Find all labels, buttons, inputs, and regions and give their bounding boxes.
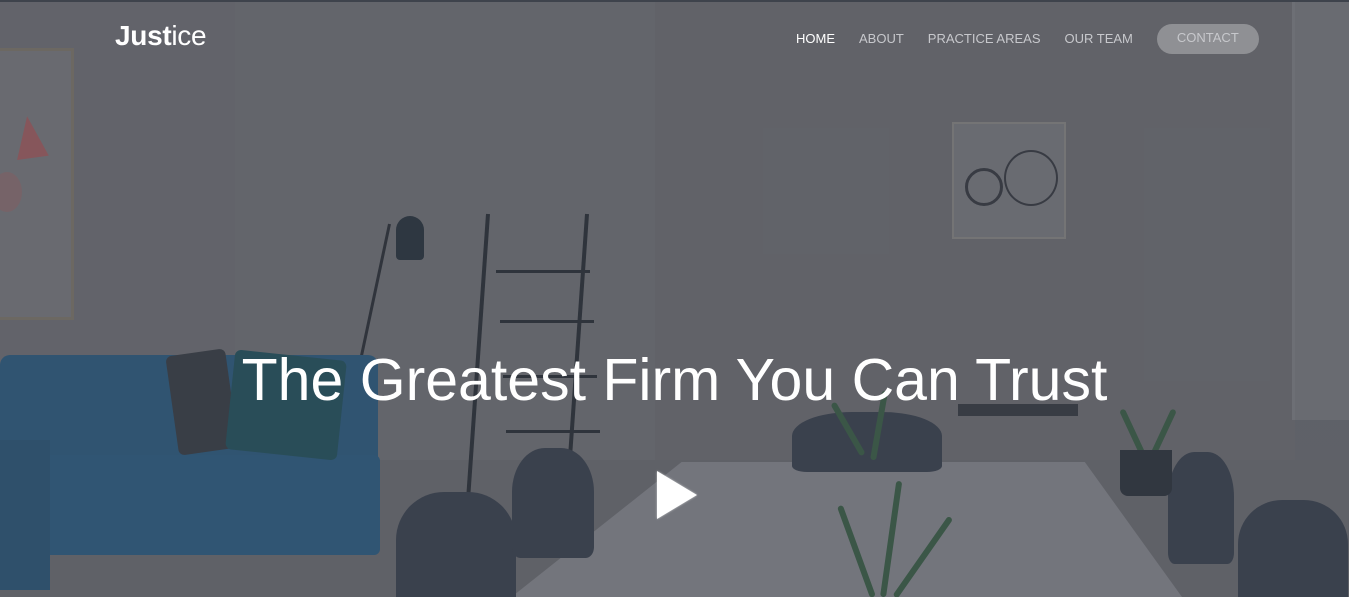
nav-about[interactable]: ABOUT: [859, 25, 904, 53]
nav-our-team[interactable]: OUR TEAM: [1065, 25, 1133, 53]
contact-button[interactable]: CONTACT: [1156, 24, 1259, 54]
main-nav: HOME ABOUT PRACTICE AREAS OUR TEAM CONTA…: [796, 24, 1283, 54]
nav-home[interactable]: HOME: [796, 25, 835, 53]
logo-bold-text: Just: [115, 20, 172, 51]
hero-headline: The Greatest Firm You Can Trust: [241, 347, 1108, 413]
site-logo[interactable]: Justice: [115, 20, 207, 52]
logo-light-text: ice: [171, 20, 207, 51]
play-icon[interactable]: [657, 471, 697, 519]
top-border: [0, 0, 1349, 2]
nav-practice-areas[interactable]: PRACTICE AREAS: [928, 25, 1041, 53]
